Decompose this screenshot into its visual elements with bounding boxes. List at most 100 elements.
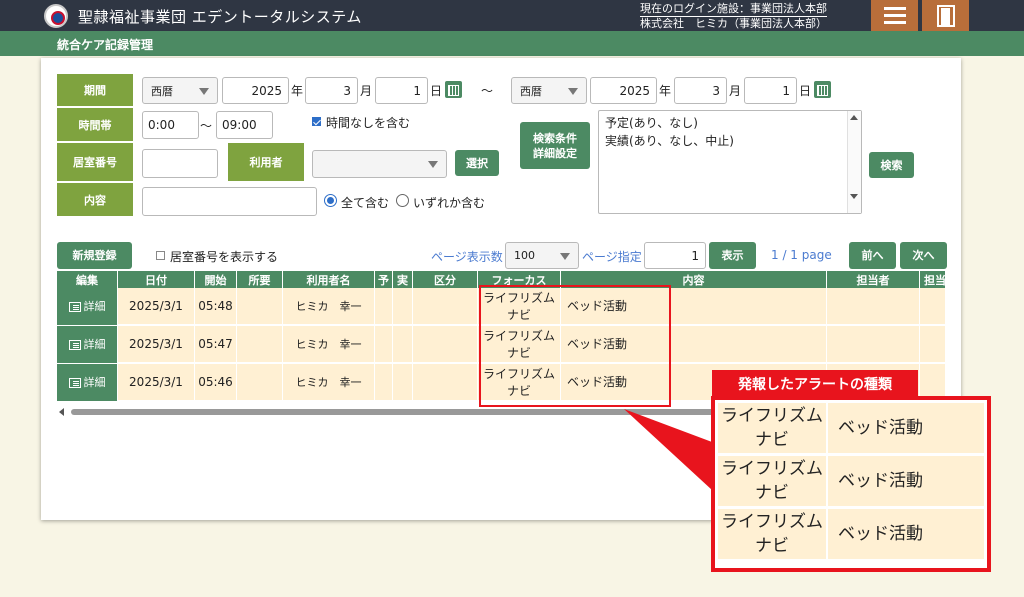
callout-content-cell: ベッド活動 <box>828 403 984 453</box>
search-button[interactable]: 検索 <box>869 152 914 178</box>
era-to-select[interactable]: 西暦 <box>511 77 587 104</box>
logo-icon <box>44 4 68 28</box>
condition-line-1: 予定(あり、なし) <box>605 116 698 130</box>
column-header: 担当 <box>924 273 945 287</box>
month-to-input[interactable]: 3 <box>674 77 727 104</box>
cell-user: ヒミカ 幸一 <box>283 326 375 363</box>
user-select[interactable] <box>312 150 447 178</box>
period-tilde: ～ <box>481 84 494 98</box>
logout-button[interactable] <box>922 0 969 31</box>
column-header: 実 <box>393 271 413 288</box>
scroll-up-icon <box>850 115 858 120</box>
list-icon <box>68 339 81 350</box>
list-icon <box>68 301 81 312</box>
cell-start: 05:48 <box>195 288 237 325</box>
callout-focus-cell: ライフリズム ナビ <box>718 509 826 559</box>
page-input[interactable]: 1 <box>644 242 706 269</box>
detail-label: 詳細 <box>83 376 106 389</box>
any-include-radio[interactable] <box>396 194 409 207</box>
cell-date: 2025/3/1 <box>118 326 195 363</box>
condition-line-2: 実績(あり、なし、中止) <box>605 134 734 148</box>
callout-focus-line2: ナビ <box>755 430 789 450</box>
room-input[interactable] <box>142 149 218 178</box>
callout-focus-line1: ライフリズム <box>721 512 823 532</box>
textarea-scrollbar[interactable] <box>847 111 861 213</box>
callout-focus-line1: ライフリズム <box>721 459 823 479</box>
callout-focus-cell: ライフリズム ナビ <box>718 456 826 506</box>
page-size-select[interactable]: 100 <box>505 242 579 269</box>
chevron-down-icon <box>568 87 578 95</box>
annotation-label: 発報したアラートの種類 <box>712 370 918 397</box>
advanced-settings-line1: 検索条件 <box>533 131 577 145</box>
timeslot-label: 時間帯 <box>57 108 133 141</box>
time-to-input[interactable]: 09:00 <box>216 111 273 139</box>
page-size-value: 100 <box>514 249 535 262</box>
detail-button[interactable]: 詳細 <box>57 326 118 363</box>
show-room-checkbox[interactable] <box>156 251 165 260</box>
prev-button[interactable]: 前へ <box>849 242 896 269</box>
advanced-settings-line2: 詳細設定 <box>533 146 577 160</box>
highlight-box <box>479 285 671 407</box>
column-header: 所要 <box>237 271 283 288</box>
new-register-button[interactable]: 新規登録 <box>57 242 132 269</box>
all-include-radio[interactable] <box>324 194 337 207</box>
include-no-time-checkbox[interactable] <box>312 117 321 126</box>
cell-planned <box>375 288 393 325</box>
cell-date: 2025/3/1 <box>118 288 195 325</box>
scrollbar-thumb[interactable] <box>71 409 771 415</box>
select-button[interactable]: 選択 <box>455 150 499 176</box>
cell-planned <box>375 326 393 363</box>
column-header: 利用者名 <box>283 271 375 288</box>
cell-date: 2025/3/1 <box>118 364 195 401</box>
detail-button[interactable]: 詳細 <box>57 364 118 401</box>
cell-actual <box>393 364 413 401</box>
app-title: 聖隷福祉事業団 エデントータルシステム <box>78 8 362 26</box>
year-to-input[interactable]: 2025 <box>590 77 657 104</box>
content-input[interactable] <box>142 187 317 216</box>
login-info: 現在のログイン施設：事業団法人本部 株式会社 ヒミカ（事業団法人本部） <box>640 2 827 31</box>
column-header: 担当者 <box>827 271 920 288</box>
day-from-input[interactable]: 1 <box>375 77 428 104</box>
cell-duration <box>237 364 283 401</box>
column-header: 区分 <box>413 271 478 288</box>
chevron-down-icon <box>428 161 438 168</box>
time-from-input[interactable]: 0:00 <box>142 111 199 139</box>
period-label: 期間 <box>57 74 133 106</box>
day-to-input[interactable]: 1 <box>744 77 797 104</box>
cell-category <box>413 364 478 401</box>
era-from-select[interactable]: 西暦 <box>142 77 218 104</box>
detail-button[interactable]: 詳細 <box>57 288 118 325</box>
column-header: 編集 <box>57 271 118 288</box>
era-to-value: 西暦 <box>520 84 542 98</box>
conditions-textarea[interactable]: 予定(あり、なし) 実績(あり、なし、中止) <box>598 110 862 214</box>
callout-focus-cell: ライフリズム ナビ <box>718 403 826 453</box>
include-no-time-label: 時間なしを含む <box>326 116 411 130</box>
content-label: 内容 <box>57 183 133 216</box>
any-include-label: いずれか含む <box>413 196 486 210</box>
cell-duration <box>237 288 283 325</box>
time-tilde: ～ <box>200 119 213 133</box>
chevron-down-icon <box>560 252 570 260</box>
callout-focus-line1: ライフリズム <box>721 406 823 426</box>
era-from-value: 西暦 <box>151 84 173 98</box>
page-title: 統合ケア記録管理 <box>57 38 154 52</box>
year-from-input[interactable]: 2025 <box>222 77 289 104</box>
cell-category <box>413 288 478 325</box>
show-room-label: 居室番号を表示する <box>170 250 279 264</box>
chevron-down-icon <box>199 87 209 95</box>
calendar-icon[interactable] <box>445 81 462 98</box>
page-specify-label: ページ指定 <box>582 250 642 264</box>
scroll-left-icon <box>59 408 64 416</box>
next-button[interactable]: 次へ <box>900 242 947 269</box>
show-page-button[interactable]: 表示 <box>709 242 756 269</box>
day-unit: 日 <box>799 84 812 98</box>
cell-user: ヒミカ 幸一 <box>283 364 375 401</box>
advanced-settings-button[interactable]: 検索条件 詳細設定 <box>520 122 590 169</box>
year-unit: 年 <box>659 84 672 98</box>
cell-planned <box>375 364 393 401</box>
cell-duration <box>237 326 283 363</box>
month-from-input[interactable]: 3 <box>305 77 358 104</box>
calendar-icon[interactable] <box>814 81 831 98</box>
menu-button[interactable] <box>871 0 918 31</box>
all-include-label: 全て含む <box>341 196 390 210</box>
